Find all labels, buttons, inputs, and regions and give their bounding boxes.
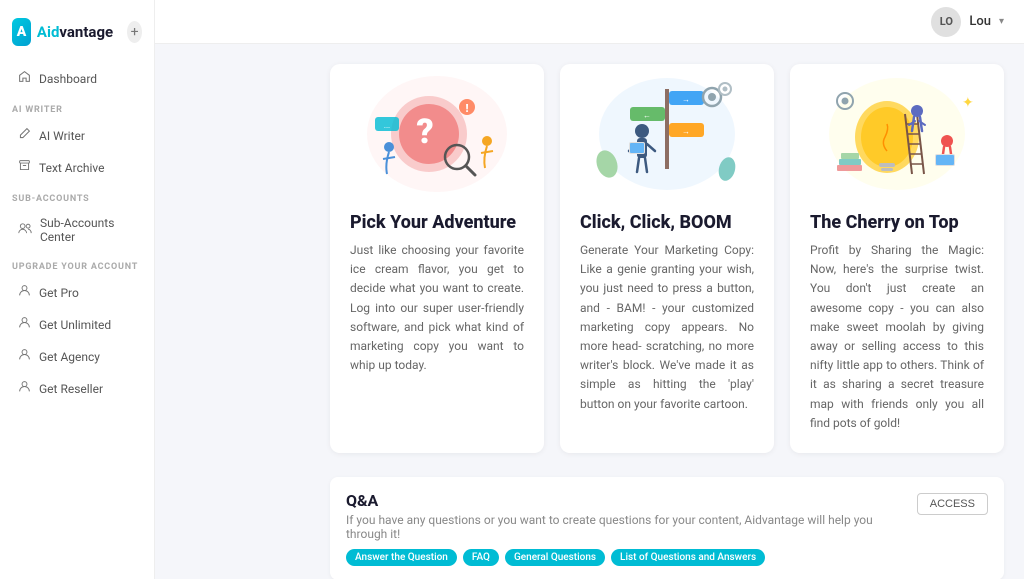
sidebar-section-ai-writer: AI WRITER [0, 95, 154, 119]
chevron-down-icon: ▾ [999, 16, 1004, 27]
feature-card-adventure: ? ... ! [330, 64, 544, 453]
logo: A Aidvantage + [0, 10, 154, 62]
feature-card-click: → ← → [560, 64, 774, 453]
logo-text: Aidvantage [37, 23, 113, 41]
sidebar-label-text-archive: Text Archive [39, 161, 105, 175]
sidebar-item-dashboard[interactable]: Dashboard [6, 63, 148, 94]
sidebar-label-get-pro: Get Pro [39, 286, 79, 300]
click-illustration: → ← → [580, 64, 754, 204]
sidebar-item-get-agency[interactable]: Get Agency [6, 341, 148, 372]
adventure-illustration: ? ... ! [350, 64, 524, 204]
tag-qa-2[interactable]: General Questions [505, 549, 605, 566]
svg-text:→: → [682, 95, 690, 104]
feature-card-cherry-title: The Cherry on Top [810, 212, 984, 233]
logo-icon: A [12, 18, 31, 46]
user-name: Lou [969, 14, 991, 29]
tag-qa-0[interactable]: Answer the Question [346, 549, 457, 566]
home-icon [18, 70, 31, 87]
sidebar: A Aidvantage + Dashboard AI WRITER AI Wr… [0, 0, 155, 579]
svg-text:!: ! [465, 102, 468, 115]
sidebar-label-get-unlimited: Get Unlimited [39, 318, 111, 332]
sidebar-add-button[interactable]: + [127, 21, 142, 43]
sidebar-item-text-archive[interactable]: Text Archive [6, 152, 148, 183]
user-icon-agency [18, 348, 31, 365]
feature-card-adventure-title: Pick Your Adventure [350, 212, 524, 233]
svg-text:...: ... [384, 121, 390, 130]
svg-text:?: ? [416, 112, 433, 152]
section-info-qa: Q&A If you have any questions or you wan… [346, 491, 917, 566]
archive-icon [18, 159, 31, 176]
feature-cards: ? ... ! [330, 64, 1004, 453]
main-content: ? ... ! [310, 44, 1024, 579]
sidebar-item-ai-writer[interactable]: AI Writer [6, 120, 148, 151]
svg-text:→: → [682, 127, 690, 136]
sidebar-label-sub-accounts: Sub-Accounts Center [40, 216, 136, 244]
header: LO Lou ▾ [155, 0, 1024, 44]
user-menu[interactable]: LO Lou ▾ [931, 7, 1004, 37]
feature-card-click-title: Click, Click, BOOM [580, 212, 754, 233]
section-desc-qa: If you have any questions or you want to… [346, 513, 897, 541]
tag-qa-3[interactable]: List of Questions and Answers [611, 549, 765, 566]
cherry-illustration: ✦ [810, 64, 984, 204]
sidebar-section-sub-accounts: SUB-ACCOUNTS [0, 184, 154, 208]
sidebar-label-ai-writer: AI Writer [39, 129, 85, 143]
section-row-qa: Q&A If you have any questions or you wan… [330, 477, 1004, 579]
sections-list: Q&A If you have any questions or you wan… [330, 477, 1004, 579]
sidebar-section-upgrade: UPGRADE YOUR ACCOUNT [0, 252, 154, 276]
svg-text:←: ← [643, 111, 651, 120]
section-tags-qa: Answer the Question FAQ General Question… [346, 549, 897, 566]
user-icon-pro [18, 284, 31, 301]
tag-qa-1[interactable]: FAQ [463, 549, 499, 566]
feature-card-click-desc: Generate Your Marketing Copy: Like a gen… [580, 241, 754, 414]
access-button-qa[interactable]: ACCESS [917, 493, 988, 515]
sidebar-item-sub-accounts[interactable]: Sub-Accounts Center [6, 209, 148, 251]
avatar: LO [931, 7, 961, 37]
sidebar-label-get-agency: Get Agency [39, 350, 100, 364]
feature-card-cherry-desc: Profit by Sharing the Magic: Now, here's… [810, 241, 984, 433]
edit-icon [18, 127, 31, 144]
section-title-qa: Q&A [346, 491, 897, 510]
user-icon-reseller [18, 380, 31, 397]
user-icon-unlimited [18, 316, 31, 333]
users-icon [18, 222, 32, 239]
sidebar-item-get-pro[interactable]: Get Pro [6, 277, 148, 308]
sidebar-item-get-reseller[interactable]: Get Reseller [6, 373, 148, 404]
feature-card-adventure-desc: Just like choosing your favorite ice cre… [350, 241, 524, 375]
sidebar-label-get-reseller: Get Reseller [39, 382, 103, 396]
feature-card-cherry: ✦ The Cherry on Top Profit by Sharing th… [790, 64, 1004, 453]
sidebar-item-get-unlimited[interactable]: Get Unlimited [6, 309, 148, 340]
svg-text:✦: ✦ [962, 95, 974, 111]
sidebar-label-dashboard: Dashboard [39, 72, 97, 86]
